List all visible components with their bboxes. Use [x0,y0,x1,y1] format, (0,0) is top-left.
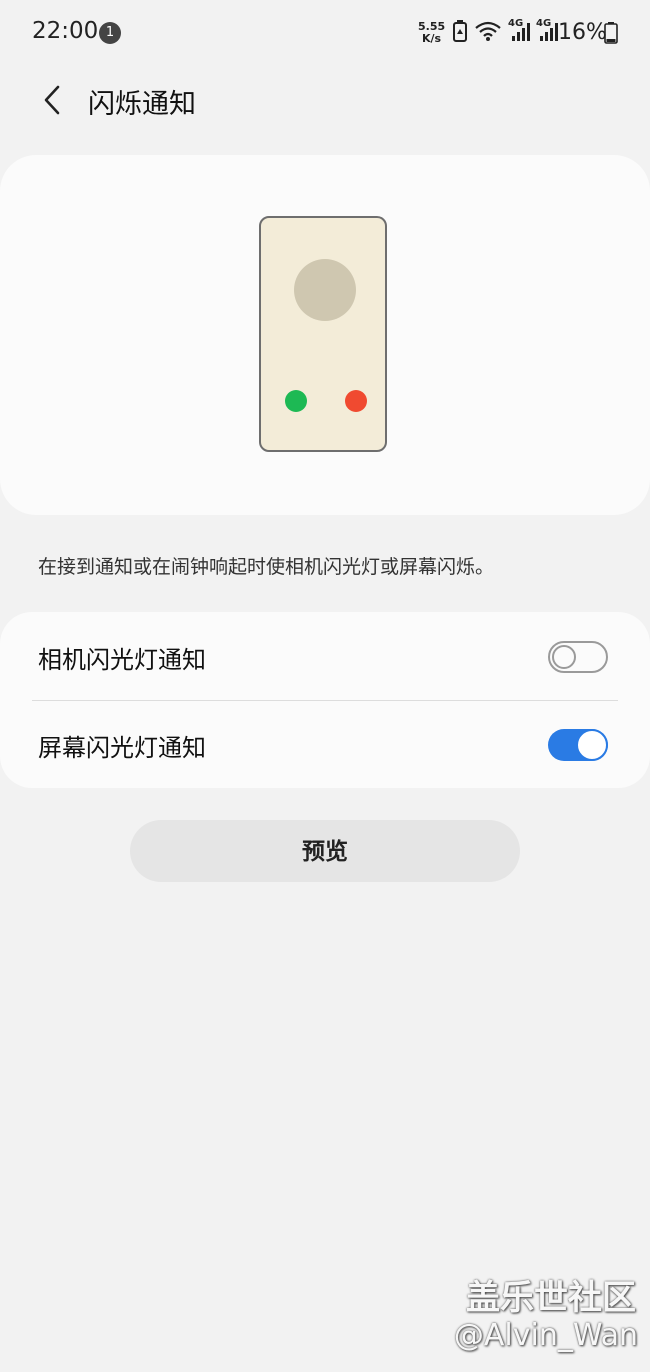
toggle-knob [552,645,576,669]
watermark-user: @Alvin_Wan [453,1318,638,1353]
settings-card: 相机闪光灯通知 屏幕闪光灯通知 [0,612,650,788]
battery-icon [604,22,618,44]
battery-percent: 16% [558,20,607,45]
phone-illustration [259,216,387,452]
toggle-knob [576,729,608,761]
notification-count-badge: 1 [99,22,121,44]
page-title: 闪烁通知 [88,89,196,120]
cell-signal-icon: 4G [508,18,530,42]
illustration-card [0,155,650,515]
accept-call-dot [285,390,307,412]
network-speed-unit: K/s [422,32,442,45]
back-button[interactable] [32,80,72,120]
feature-description: 在接到通知或在闹钟响起时使相机闪光灯或屏幕闪烁。 [38,556,495,578]
setting-label: 屏幕闪光灯通知 [38,734,206,762]
chevron-left-icon [44,85,60,115]
cell-signal-icon: 4G [536,18,558,42]
status-time: 22:00 [32,18,99,44]
network-speed: 5.55 K/s [418,21,445,45]
decline-call-dot [345,390,367,412]
caller-avatar [294,259,356,321]
status-bar: 22:00 1 5.55 K/s 4G 4G 16% [0,0,650,66]
camera-flash-toggle[interactable] [548,641,608,673]
battery-saver-icon [453,20,467,42]
status-icons: 4G 4G [452,18,558,42]
screen-flash-notification-row[interactable]: 屏幕闪光灯通知 [0,700,650,788]
wifi-icon [475,21,501,41]
screen-flash-toggle[interactable] [548,729,608,761]
watermark-title: 盖乐世社区 [466,1278,636,1318]
setting-label: 相机闪光灯通知 [38,646,206,674]
camera-flash-notification-row[interactable]: 相机闪光灯通知 [0,612,650,700]
preview-button[interactable]: 预览 [130,820,520,882]
